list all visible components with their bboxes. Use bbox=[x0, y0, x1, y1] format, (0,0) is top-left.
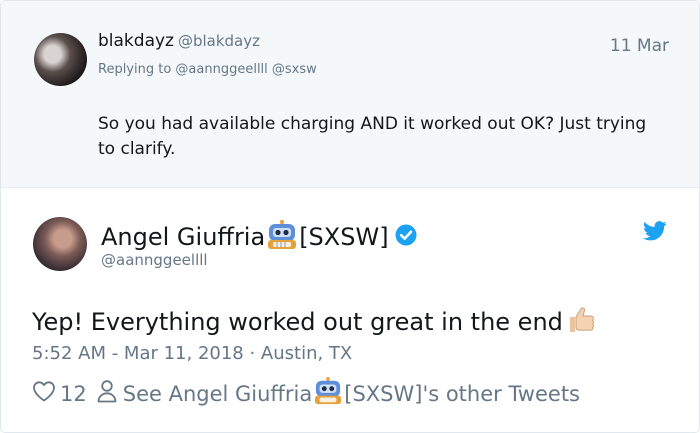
parent-name[interactable]: blakdayz bbox=[98, 31, 174, 51]
person-icon[interactable] bbox=[97, 379, 117, 408]
replying-to-line: Replying to @aannggeellll @sxsw bbox=[98, 62, 317, 77]
thumbs-up-emoji-icon bbox=[565, 303, 597, 341]
parent-date[interactable]: 11 Mar bbox=[610, 36, 669, 56]
author-name-row[interactable]: Angel Giuffria [SXSW] bbox=[101, 220, 417, 254]
parent-author[interactable]: blakdayz @blakdayz bbox=[98, 31, 260, 51]
like-count[interactable]: 12 bbox=[60, 382, 87, 406]
parent-tweet-text: So you had available charging AND it wor… bbox=[98, 114, 647, 159]
robot-emoji-icon-small bbox=[312, 377, 344, 410]
other-tweets-link-suffix[interactable]: [SXSW]'s other Tweets bbox=[344, 382, 580, 406]
tweet-timestamp[interactable]: 5:52 AM - Mar 11, 2018 · Austin, TX bbox=[32, 343, 352, 364]
twitter-bird-icon[interactable] bbox=[643, 221, 667, 245]
author-name[interactable]: Angel Giuffria bbox=[101, 223, 265, 251]
robot-emoji-icon bbox=[265, 220, 299, 254]
parent-tweet[interactable]: blakdayz @blakdayz Replying to @aannggeel… bbox=[1, 1, 699, 188]
parent-avatar[interactable] bbox=[34, 33, 87, 86]
main-tweet-body: Yep! Everything worked out great in the … bbox=[32, 308, 563, 336]
embedded-tweet-card: blakdayz @blakdayz Replying to @aannggeel… bbox=[0, 0, 700, 433]
author-avatar[interactable] bbox=[33, 217, 87, 271]
author-handle[interactable]: @aannggeellll bbox=[101, 251, 208, 269]
verified-icon bbox=[395, 224, 417, 250]
parent-handle[interactable]: @blakdayz bbox=[178, 32, 260, 50]
other-tweets-link-prefix[interactable]: See Angel Giuffria bbox=[123, 382, 313, 406]
tweet-actions: 12 See Angel Giuffria [SXSW]'s other Twe… bbox=[32, 377, 580, 410]
heart-icon[interactable] bbox=[32, 380, 56, 407]
main-tweet-text: Yep! Everything worked out great in the … bbox=[32, 303, 597, 341]
author-name-suffix[interactable]: [SXSW] bbox=[299, 223, 388, 251]
